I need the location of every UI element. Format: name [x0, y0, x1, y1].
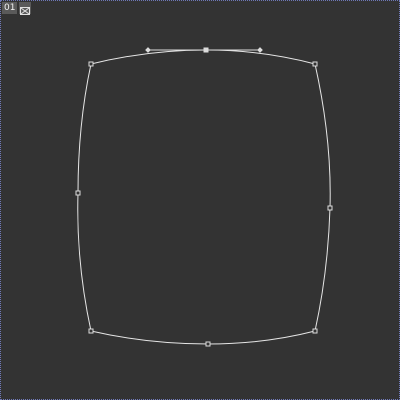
anchor-point-bottom-center[interactable]: [205, 341, 211, 347]
warp-shape-outline: [77, 49, 331, 345]
warp-canvas[interactable]: [0, 0, 400, 400]
anchor-point-top-right[interactable]: [312, 61, 318, 67]
anchor-point-bottom-right[interactable]: [312, 328, 318, 334]
anchor-point-right[interactable]: [327, 205, 333, 211]
anchor-point-bottom-left[interactable]: [88, 328, 94, 334]
anchor-point-top-center[interactable]: [203, 47, 209, 53]
tangent-handle-right[interactable]: [257, 47, 263, 53]
anchor-point-top-left[interactable]: [88, 61, 94, 67]
tangent-handle-left[interactable]: [145, 47, 151, 53]
anchor-point-left[interactable]: [75, 190, 81, 196]
